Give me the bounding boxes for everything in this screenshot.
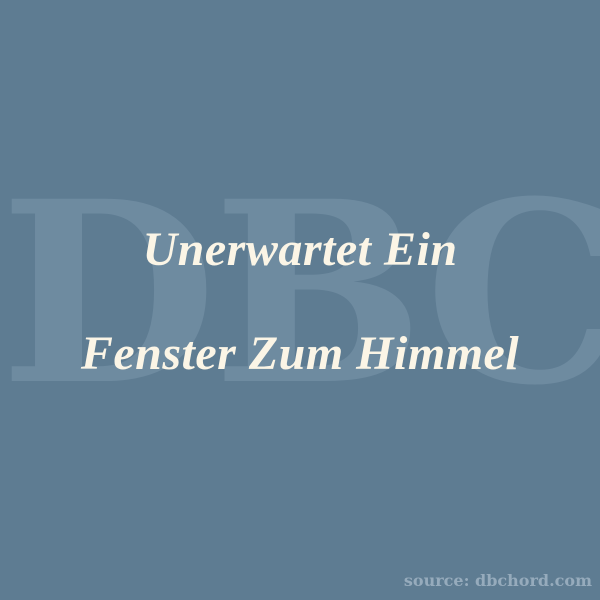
dbc-watermark-logo: DBC — [0, 146, 600, 440]
cover-card: DBC Unerwartet Ein Fenster Zum Himmel so… — [0, 0, 600, 600]
song-title-line-2: Fenster Zum Himmel — [80, 327, 520, 380]
song-title-line-1: Unerwartet Ein — [142, 223, 458, 276]
source-credit: source: dbchord.com — [403, 571, 592, 590]
